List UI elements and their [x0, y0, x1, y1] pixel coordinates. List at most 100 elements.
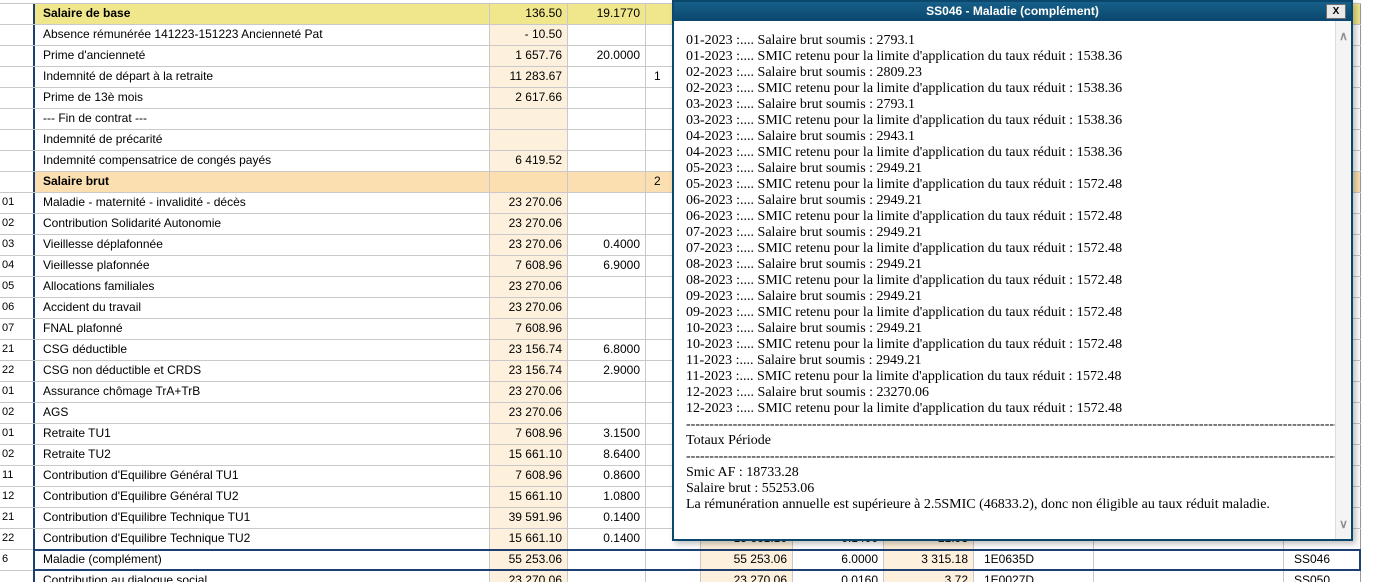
row-label: Contribution d'Equilibre Technique TU1 — [35, 508, 490, 528]
partial-cell — [646, 550, 701, 570]
dialog-content: 01-2023 :.... Salaire brut soumis : 2793… — [674, 21, 1335, 539]
report-line: 03-2023 :.... Salaire brut soumis : 2793… — [686, 97, 916, 112]
row-code: 01 — [0, 193, 35, 213]
row-code: 01 — [0, 424, 35, 444]
row-label: Assurance chômage TrA+TrB — [35, 382, 490, 402]
rate-cell: 0.8600 — [568, 466, 646, 486]
report-line: 09-2023 :.... Salaire brut soumis : 2949… — [686, 289, 923, 304]
row-code: 07 — [0, 319, 35, 339]
base-cell: 7 608.96 — [490, 424, 568, 444]
row-label: Contribution Solidarité Autonomie — [35, 214, 490, 234]
row-label: FNAL plafonné — [35, 319, 490, 339]
rate-cell: 19.1770 — [568, 4, 646, 24]
row-code: 21 — [0, 508, 35, 528]
rate-cell: 0.1400 — [568, 529, 646, 549]
base-cell: 15 661.10 — [490, 445, 568, 465]
report-line: 06-2023 :.... SMIC retenu pour la limite… — [686, 209, 1123, 224]
base-repeat-cell: 55 253.06 — [701, 550, 793, 570]
row-code — [0, 4, 35, 24]
rate-cell — [568, 88, 646, 108]
row-code: 6 — [0, 550, 35, 570]
row-code: 22 — [0, 361, 35, 381]
line-code-cell: SS046 — [1284, 550, 1361, 570]
row-label: Indemnité de précarité — [35, 130, 490, 150]
row-code: 22 — [0, 529, 35, 549]
scroll-up-icon[interactable]: ∧ — [1336, 29, 1351, 43]
report-line: 05-2023 :.... Salaire brut soumis : 2949… — [686, 161, 923, 176]
rate-cell: 6.8000 — [568, 340, 646, 360]
report-line: 11-2023 :.... Salaire brut soumis : 2949… — [686, 353, 922, 368]
row-label: Salaire de base — [35, 4, 490, 24]
report-line: 10-2023 :.... SMIC retenu pour la limite… — [686, 337, 1123, 352]
rate-cell: 20.0000 — [568, 46, 646, 66]
base-cell: 23 270.06 — [490, 214, 568, 234]
report-line: 03-2023 :.... SMIC retenu pour la limite… — [686, 113, 1123, 128]
rate-cell — [568, 403, 646, 423]
base-cell: 7 608.96 — [490, 256, 568, 276]
base-cell: 23 270.06 — [490, 277, 568, 297]
total-line: La rémunération annuelle est supérieure … — [686, 497, 1270, 512]
account-ref-cell: 1E0635D — [974, 550, 1094, 570]
rate-cell: 2.9000 — [568, 361, 646, 381]
spacer-cell — [1094, 550, 1284, 570]
table-row[interactable]: 6 Maladie (complément) 55 253.06 55 253.06 6… — [0, 549, 1361, 571]
scroll-down-icon[interactable]: ∨ — [1336, 517, 1351, 531]
rate-cell — [568, 109, 646, 129]
dialog-titlebar[interactable]: SS046 - Maladie (complément) X — [674, 2, 1351, 21]
rate-cell — [568, 571, 646, 582]
calculation-detail-dialog: SS046 - Maladie (complément) X 01-2023 :… — [672, 0, 1353, 541]
row-code — [0, 67, 35, 87]
base-cell: 23 270.06 — [490, 382, 568, 402]
row-label: Retraite TU1 — [35, 424, 490, 444]
row-label: Accident du travail — [35, 298, 490, 318]
base-cell: 23 156.74 — [490, 361, 568, 381]
rate-cell — [568, 319, 646, 339]
row-label: Allocations familiales — [35, 277, 490, 297]
base-cell: 11 283.67 — [490, 67, 568, 87]
report-line: 11-2023 :.... SMIC retenu pour la limite… — [686, 369, 1122, 384]
report-line: 10-2023 :.... Salaire brut soumis : 2949… — [686, 321, 923, 336]
base-cell: 23 270.06 — [490, 403, 568, 423]
rate-cell: 3.1500 — [568, 424, 646, 444]
row-code — [0, 25, 35, 45]
row-code — [0, 88, 35, 108]
rate-cell — [568, 151, 646, 171]
amount-cell: 3.72 — [884, 571, 974, 582]
base-cell: 23 270.06 — [490, 193, 568, 213]
rate-cell — [568, 298, 646, 318]
row-label: Contribution d'Equilibre Général TU2 — [35, 487, 490, 507]
base-cell: 23 156.74 — [490, 340, 568, 360]
row-label: Indemnité compensatrice de congés payés — [35, 151, 490, 171]
base-cell: 6 419.52 — [490, 151, 568, 171]
rate-cell — [568, 67, 646, 87]
account-ref-cell: 1E0027D — [974, 571, 1094, 582]
row-label: Vieillesse déplafonnée — [35, 235, 490, 255]
row-label: Vieillesse plafonnée — [35, 256, 490, 276]
row-label: Maladie - maternité - invalidité - décès — [35, 193, 490, 213]
table-row[interactable]: Contribution au dialogue social 23 270.06… — [0, 571, 1361, 582]
row-label: Prime de 13è mois — [35, 88, 490, 108]
rate-cell — [568, 193, 646, 213]
row-label: CSG non déductible et CRDS — [35, 361, 490, 381]
row-code: 11 — [0, 466, 35, 486]
rate-cell — [568, 25, 646, 45]
row-code: 02 — [0, 445, 35, 465]
row-code — [0, 46, 35, 66]
base-cell: 23 270.06 — [490, 298, 568, 318]
separator-line: ----------------------------------------… — [686, 417, 1335, 432]
row-code: 21 — [0, 340, 35, 360]
report-line: 09-2023 :.... SMIC retenu pour la limite… — [686, 305, 1123, 320]
row-label: AGS — [35, 403, 490, 423]
report-line: 04-2023 :.... Salaire brut soumis : 2943… — [686, 129, 916, 144]
close-button[interactable]: X — [1326, 4, 1346, 19]
base-cell: 136.50 — [490, 4, 568, 24]
row-code: 06 — [0, 298, 35, 318]
dialog-scrollbar[interactable]: ∧ ∨ — [1335, 21, 1351, 539]
base-cell: - 10.50 — [490, 25, 568, 45]
base-cell: 23 270.06 — [490, 235, 568, 255]
row-label: Salaire brut — [35, 172, 490, 192]
base-cell: 39 591.96 — [490, 508, 568, 528]
base-cell: 2 617.66 — [490, 88, 568, 108]
rate-cell — [568, 130, 646, 150]
rate-cell: 8.6400 — [568, 445, 646, 465]
